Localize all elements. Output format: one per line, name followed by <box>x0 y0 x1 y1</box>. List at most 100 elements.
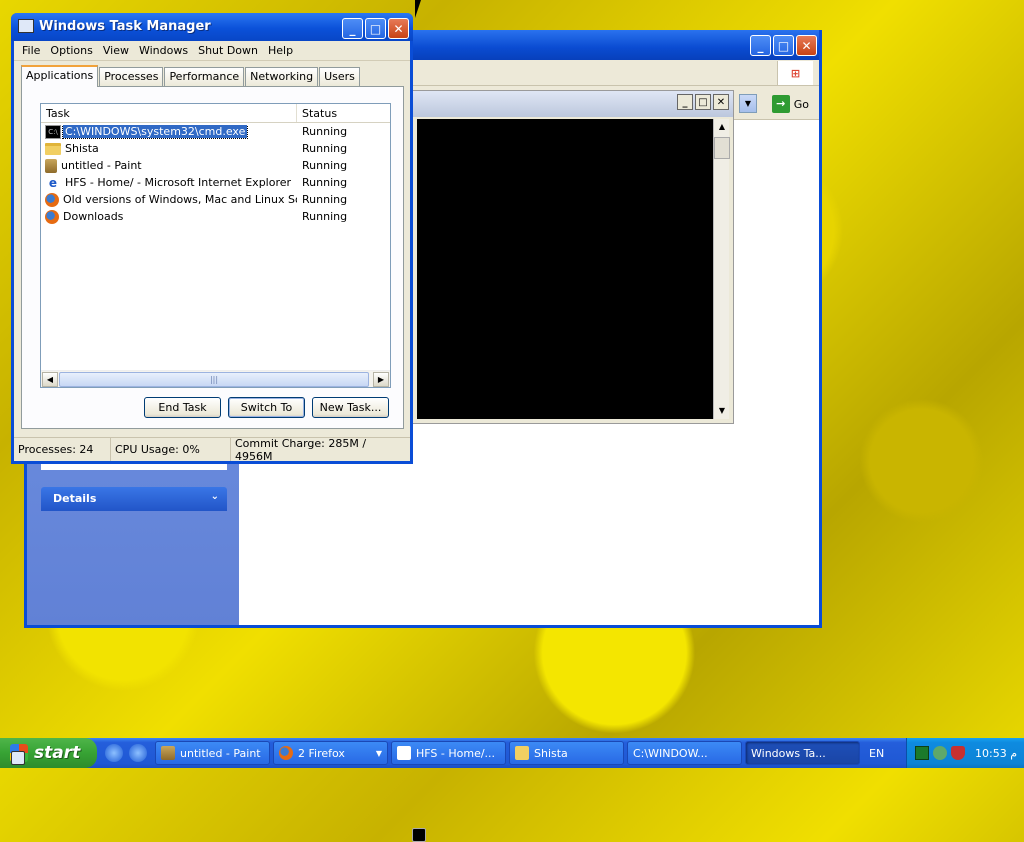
task-list-header: Task Status <box>41 104 390 123</box>
task-name: untitled - Paint <box>61 159 142 172</box>
cmd-console-area[interactable] <box>417 119 713 419</box>
table-row[interactable]: untitled - Paint Running <box>41 157 390 174</box>
task-name: Shista <box>65 142 99 155</box>
task-status: Running <box>302 125 348 138</box>
task-manager-icon <box>18 19 34 33</box>
task-status: Running <box>302 159 348 172</box>
task-manager-window[interactable]: Windows Task Manager _ □ ✕ File Options … <box>11 13 413 464</box>
tab-performance[interactable]: Performance <box>164 67 245 86</box>
switch-to-button[interactable]: Switch To <box>228 397 305 418</box>
paint-icon <box>161 746 175 760</box>
go-arrow-icon: → <box>771 95 790 113</box>
task-cell: Shista <box>41 142 297 155</box>
scroll-down-icon[interactable]: ▼ <box>714 403 730 419</box>
task-manager-window-buttons: _ □ ✕ <box>342 18 409 39</box>
table-row[interactable]: Downloads Running <box>41 208 390 225</box>
clock[interactable]: 10:53 م <box>975 747 1017 760</box>
taskbar-item-paint[interactable]: untitled - Paint <box>155 741 270 765</box>
language-indicator[interactable]: EN <box>869 747 899 760</box>
cpu-usage: CPU Usage: 0% <box>111 438 231 461</box>
table-row[interactable]: e HFS - Home/ - Microsoft Internet Explo… <box>41 174 390 191</box>
scroll-up-icon[interactable]: ▲ <box>714 119 730 135</box>
table-row[interactable]: C:\ C:\WINDOWS\system32\cmd.exe Running <box>41 123 390 140</box>
details-section-header[interactable]: Details ⌄ <box>41 487 227 511</box>
start-label: start <box>34 743 81 763</box>
go-button[interactable]: → Go <box>771 94 809 114</box>
minimize-button[interactable]: _ <box>750 35 771 56</box>
menu-windows[interactable]: Windows <box>135 43 194 58</box>
scroll-left-icon[interactable]: ◀ <box>42 372 58 387</box>
action-buttons: End Task Switch To New Task... <box>144 397 389 418</box>
scrollbar-thumb[interactable]: ||| <box>59 372 369 387</box>
folder-icon <box>45 142 61 155</box>
windows-logo-icon: ⊞ <box>777 61 813 85</box>
taskbar-item-task-manager[interactable]: Windows Ta... <box>11 741 860 765</box>
paint-icon <box>45 158 57 173</box>
scroll-right-icon[interactable]: ▶ <box>373 372 389 387</box>
column-header-status[interactable]: Status <box>297 104 390 122</box>
menu-view[interactable]: View <box>99 43 135 58</box>
cmd-window[interactable]: _ □ ✕ ▲ ▼ <box>412 90 734 424</box>
task-name: Downloads <box>63 210 124 223</box>
applications-tab-panel: Task Status C:\ C:\WINDOWS\system32\cmd.… <box>21 86 404 429</box>
task-cell: C:\ C:\WINDOWS\system32\cmd.exe <box>41 124 297 139</box>
maximize-button[interactable]: □ <box>365 18 386 39</box>
tab-networking[interactable]: Networking <box>245 67 319 86</box>
tray-app-icon[interactable] <box>915 746 929 760</box>
taskbar-item-label: untitled - Paint <box>180 746 261 760</box>
task-name: Old versions of Windows, Mac and Linux S… <box>63 193 297 206</box>
menu-shut-down[interactable]: Shut Down <box>194 43 264 58</box>
cmd-window-buttons: _ □ ✕ <box>677 94 729 110</box>
taskbar-item-label: Shista <box>534 746 568 760</box>
taskbar: start untitled - Paint 2 Firefox ▼ HFS -… <box>0 738 1024 842</box>
group-dropdown-icon: ▼ <box>375 748 382 758</box>
status-bar: Processes: 24 CPU Usage: 0% Commit Charg… <box>14 437 410 463</box>
vertical-scrollbar[interactable]: ▲ ▼ <box>713 119 730 419</box>
task-manager-titlebar[interactable]: Windows Task Manager _ □ ✕ <box>11 13 413 41</box>
taskbar-item-ie[interactable]: HFS - Home/... <box>391 741 506 765</box>
tab-processes[interactable]: Processes <box>99 67 164 86</box>
tab-applications[interactable]: Applications <box>21 65 99 87</box>
menu-options[interactable]: Options <box>46 43 98 58</box>
minimize-button[interactable]: _ <box>342 18 363 39</box>
task-status: Running <box>302 142 348 155</box>
ie-icon <box>397 746 411 760</box>
taskbar-item-shista[interactable]: Shista <box>509 741 624 765</box>
window-title: Windows Task Manager <box>39 19 211 34</box>
tray-shield-icon[interactable] <box>951 746 965 760</box>
address-dropdown-button[interactable]: ▼ <box>739 94 757 113</box>
table-row[interactable]: Old versions of Windows, Mac and Linux S… <box>41 191 390 208</box>
taskbar-item-label: 2 Firefox <box>298 746 345 760</box>
firefox-quicklaunch-icon[interactable] <box>129 744 147 762</box>
processes-count: Processes: 24 <box>14 438 111 461</box>
mouse-pointer-icon <box>415 0 421 18</box>
taskbar-item-firefox[interactable]: 2 Firefox ▼ <box>273 741 388 765</box>
maximize-button[interactable]: □ <box>695 94 711 110</box>
explorer-window-buttons: _ □ ✕ <box>750 35 817 56</box>
horizontal-scrollbar[interactable]: ◀ ||| ▶ <box>41 370 390 387</box>
scrollbar-thumb[interactable] <box>714 137 730 159</box>
ie-quicklaunch-icon[interactable] <box>105 744 123 762</box>
taskbar-item-cmd[interactable]: C:\WINDOW... <box>412 741 742 842</box>
close-button[interactable]: ✕ <box>796 35 817 56</box>
firefox-icon <box>279 746 293 760</box>
menu-help[interactable]: Help <box>264 43 299 58</box>
maximize-button[interactable]: □ <box>773 35 794 56</box>
task-status: Running <box>302 176 348 189</box>
folder-icon <box>515 746 529 760</box>
minimize-button[interactable]: _ <box>677 94 693 110</box>
tray-network-icon[interactable] <box>933 746 947 760</box>
menu-file[interactable]: File <box>18 43 46 58</box>
task-list[interactable]: Task Status C:\ C:\WINDOWS\system32\cmd.… <box>40 103 391 388</box>
table-row[interactable]: Shista Running <box>41 140 390 157</box>
taskbar-item-label: C:\WINDOW... <box>633 746 708 760</box>
close-button[interactable]: ✕ <box>713 94 729 110</box>
close-button[interactable]: ✕ <box>388 18 409 39</box>
firefox-icon <box>45 209 59 224</box>
menu-bar: File Options View Windows Shut Down Help <box>14 41 410 61</box>
tab-users[interactable]: Users <box>319 67 360 86</box>
column-header-task[interactable]: Task <box>41 104 297 122</box>
cmd-icon: C:\ <box>45 124 61 139</box>
end-task-button[interactable]: End Task <box>144 397 221 418</box>
new-task-button[interactable]: New Task... <box>312 397 389 418</box>
